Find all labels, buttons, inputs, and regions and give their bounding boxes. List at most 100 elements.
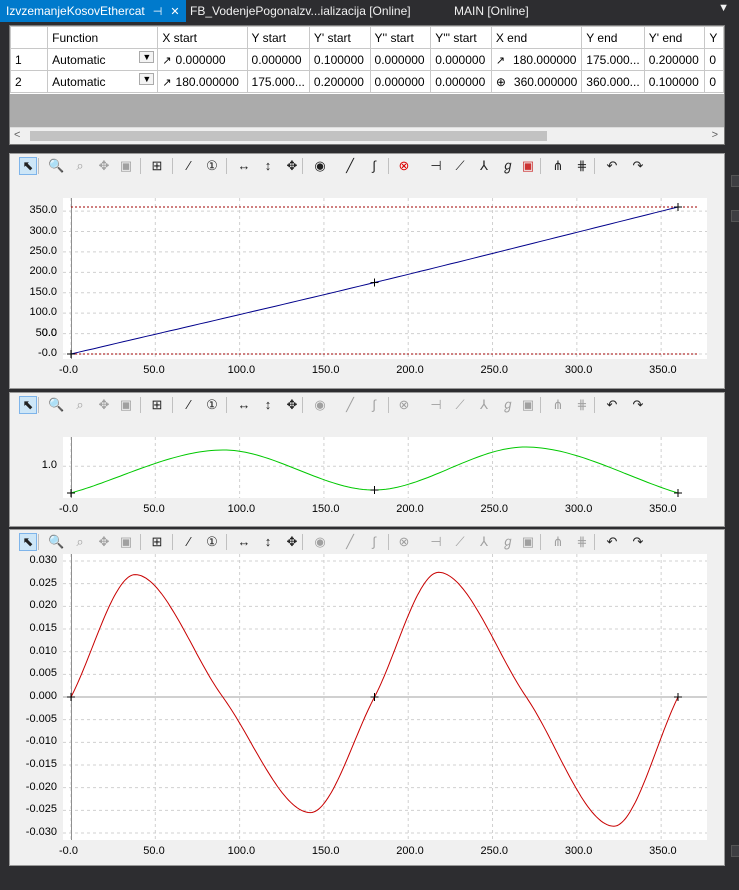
line-icon[interactable]: ╱ [342, 534, 358, 550]
y-start-cell[interactable]: 175.000... [246, 70, 310, 93]
zoom-fit-icon[interactable]: ⌕ [72, 397, 88, 413]
cut-icon[interactable]: ⊣ [428, 534, 444, 550]
number-one-icon[interactable]: ① [204, 397, 220, 413]
segment-point-marker[interactable] [370, 693, 379, 701]
split-icon[interactable]: ⅄ [476, 534, 492, 550]
y-start-cell[interactable]: 0.000000 [246, 48, 310, 71]
stop-icon[interactable]: ▣ [520, 158, 536, 174]
extra-cell[interactable]: 0 [704, 70, 724, 93]
yp-start-cell[interactable]: 0.100000 [308, 48, 371, 71]
cut-icon[interactable]: ⊣ [428, 158, 444, 174]
split-icon[interactable]: ⅄ [476, 158, 492, 174]
segment-point-marker[interactable] [67, 489, 75, 497]
segment-point-marker[interactable] [674, 693, 682, 701]
plot-area[interactable] [63, 437, 707, 498]
x-start-cell[interactable]: ↗ 0.000000 [157, 48, 248, 71]
tab-izvzemanje[interactable]: IzvzemanjeKosovEthercat ⊣ ✕ [0, 0, 186, 22]
magic-wand-icon[interactable]: ⁄ [181, 397, 197, 413]
side-toggle-icon[interactable] [731, 210, 739, 222]
dropdown-icon[interactable]: ▼ [718, 2, 729, 14]
close-icon[interactable]: ✕ [170, 6, 179, 18]
undo-icon[interactable]: ↶ [604, 534, 620, 550]
chevron-down-icon[interactable]: ▼ [139, 73, 155, 85]
bend-icon[interactable]: ℊ [500, 397, 516, 413]
knife-icon[interactable]: ⟋ [452, 534, 468, 550]
table-row[interactable]: 1 Automatic ▼ ↗ 0.000000 0.000000 0.100000… [10, 48, 724, 71]
scrollbar-thumb[interactable] [30, 131, 547, 141]
stop-icon[interactable]: ▣ [520, 397, 536, 413]
move-all-icon[interactable]: ✥ [284, 397, 300, 413]
chart-svg[interactable] [63, 198, 707, 359]
chevron-down-icon[interactable]: ▼ [139, 51, 155, 63]
yp-start-cell[interactable]: 0.200000 [308, 70, 371, 93]
segment-point-marker[interactable] [674, 203, 682, 211]
curve-icon[interactable]: ∫ [366, 158, 382, 174]
scroll-left-icon[interactable]: < [14, 129, 20, 141]
ypp-start-cell[interactable]: 0.000000 [369, 48, 432, 71]
delete-icon[interactable]: ⊗ [396, 158, 412, 174]
zoom-icon[interactable]: 🔍 [48, 397, 64, 413]
ypp-start-cell[interactable]: 0.000000 [369, 70, 432, 93]
point-icon[interactable]: ◉ [312, 158, 328, 174]
line-icon[interactable]: ╱ [342, 397, 358, 413]
x-end-cell[interactable]: ⊕ 360.000000 [490, 70, 583, 93]
camera-icon[interactable]: ▣ [118, 534, 134, 550]
stretch-horizontal-icon[interactable]: ↔ [236, 397, 252, 413]
select-pointer-icon[interactable]: ⬉ [19, 533, 37, 551]
knife-icon[interactable]: ⟋ [452, 397, 468, 413]
table-row[interactable]: 2 Automatic ▼ ↗ 180.000000 175.000... 0.20… [10, 70, 724, 93]
move-all-icon[interactable]: ✥ [284, 158, 300, 174]
segment-point-marker[interactable] [370, 278, 379, 287]
bend-icon[interactable]: ℊ [500, 158, 516, 174]
split-icon[interactable]: ⅄ [476, 397, 492, 413]
stretch-vertical-icon[interactable]: ↕ [260, 397, 276, 413]
redo-icon[interactable]: ↷ [630, 534, 646, 550]
zoom-icon[interactable]: 🔍 [48, 534, 64, 550]
yp-end-cell[interactable]: 0.200000 [643, 48, 706, 71]
stop-icon[interactable]: ▣ [520, 534, 536, 550]
mirror-down-icon[interactable]: ⋕ [574, 397, 590, 413]
plot-area[interactable] [63, 198, 707, 359]
stretch-vertical-icon[interactable]: ↕ [260, 158, 276, 174]
delete-icon[interactable]: ⊗ [396, 534, 412, 550]
zoom-icon[interactable]: 🔍 [48, 158, 64, 174]
pan-icon[interactable]: ✥ [96, 534, 112, 550]
tab-main[interactable]: MAIN [Online] [454, 0, 529, 22]
y-end-cell[interactable]: 175.000... [581, 48, 645, 71]
grid-toggle-icon[interactable]: ⊞ [149, 397, 165, 413]
segment-point-marker[interactable] [370, 486, 379, 495]
zoom-fit-icon[interactable]: ⌕ [72, 158, 88, 174]
mirror-down-icon[interactable]: ⋕ [574, 158, 590, 174]
stretch-vertical-icon[interactable]: ↕ [260, 534, 276, 550]
camera-icon[interactable]: ▣ [118, 158, 134, 174]
x-start-cell[interactable]: ↗ 180.000000 [157, 70, 248, 93]
scroll-right-icon[interactable]: > [712, 129, 718, 141]
stretch-horizontal-icon[interactable]: ↔ [236, 158, 252, 174]
function-select[interactable]: Automatic ▼ [47, 70, 159, 93]
zoom-fit-icon[interactable]: ⌕ [72, 534, 88, 550]
mirror-icon[interactable]: ⋔ [550, 158, 566, 174]
number-one-icon[interactable]: ① [204, 534, 220, 550]
yppp-start-cell[interactable]: 0.000000 [430, 48, 492, 71]
side-toggle-icon[interactable] [731, 175, 739, 187]
grid-toggle-icon[interactable]: ⊞ [149, 534, 165, 550]
pan-icon[interactable]: ✥ [96, 158, 112, 174]
select-pointer-icon[interactable]: ⬉ [19, 396, 37, 414]
extra-cell[interactable]: 0 [704, 48, 724, 71]
redo-icon[interactable]: ↷ [630, 397, 646, 413]
undo-icon[interactable]: ↶ [604, 397, 620, 413]
point-icon[interactable]: ◉ [312, 397, 328, 413]
pin-icon[interactable]: ⊣ [153, 6, 163, 18]
bend-icon[interactable]: ℊ [500, 534, 516, 550]
stretch-horizontal-icon[interactable]: ↔ [236, 534, 252, 550]
delete-icon[interactable]: ⊗ [396, 397, 412, 413]
curve-icon[interactable]: ∫ [366, 397, 382, 413]
segment-point-marker[interactable] [67, 693, 75, 701]
select-pointer-icon[interactable]: ⬉ [19, 157, 37, 175]
y-end-cell[interactable]: 360.000... [581, 70, 645, 93]
redo-icon[interactable]: ↷ [630, 158, 646, 174]
horizontal-scrollbar[interactable]: < > [10, 127, 724, 144]
point-icon[interactable]: ◉ [312, 534, 328, 550]
chart-svg[interactable] [63, 437, 707, 498]
number-one-icon[interactable]: ① [204, 158, 220, 174]
